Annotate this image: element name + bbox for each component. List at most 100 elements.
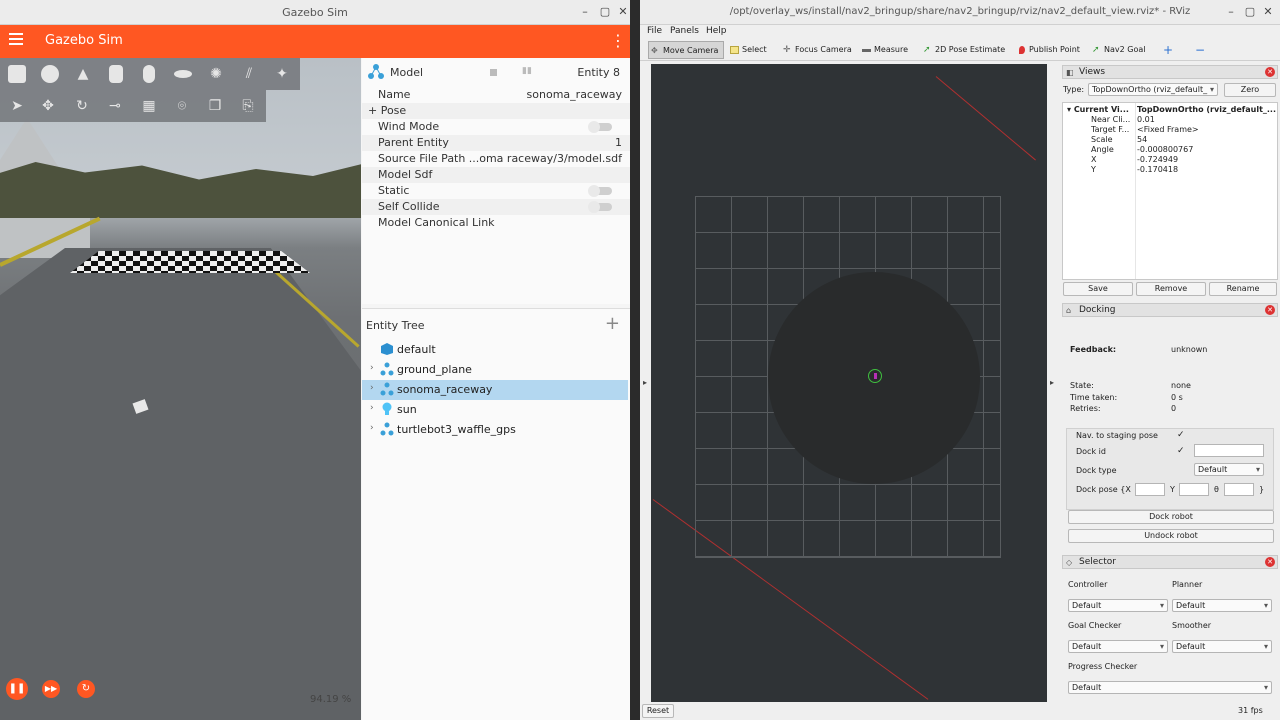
- collapse-right-icon[interactable]: ▸: [1050, 378, 1054, 387]
- controller-select[interactable]: Default: [1068, 599, 1168, 612]
- reset-button[interactable]: Reset: [642, 704, 674, 718]
- paste-icon[interactable]: ⎘: [239, 97, 257, 115]
- prop-model-canonical-link: Model Canonical Link: [378, 216, 495, 229]
- expand-arrow-icon[interactable]: ›: [370, 383, 374, 393]
- expand-arrow-icon[interactable]: ›: [370, 423, 374, 433]
- tree-item-turtlebot3-waffle-gps[interactable]: › turtlebot3_waffle_gps: [362, 420, 628, 440]
- view-type-select[interactable]: TopDownOrtho (rviz_default_: [1088, 83, 1218, 96]
- expand-arrow-icon[interactable]: ›: [370, 363, 374, 373]
- planner-select[interactable]: Default: [1172, 599, 1272, 612]
- maximize-icon[interactable]: ▢: [1243, 5, 1257, 18]
- hamburger-menu-icon[interactable]: [9, 33, 23, 45]
- 3d-viewport[interactable]: [651, 64, 1047, 702]
- step-icon[interactable]: ▶▶: [42, 680, 60, 698]
- 3d-scene-view[interactable]: [0, 58, 361, 720]
- transform-toolbar: ➤ ✥ ↻ ⊸ ▦ ⌾ ❐ ⎘: [0, 90, 266, 122]
- lock-icon[interactable]: ▮▮: [522, 66, 532, 76]
- stop-icon[interactable]: [490, 69, 497, 76]
- tool-publish-point[interactable]: Publish Point: [1015, 41, 1080, 59]
- dock-pose-y-input[interactable]: [1179, 483, 1209, 496]
- view-prop-value[interactable]: 0.01: [1137, 115, 1155, 124]
- save-view-button[interactable]: Save: [1063, 282, 1133, 296]
- tool-move-camera[interactable]: ✥ Move Camera: [648, 41, 724, 59]
- close-panel-icon[interactable]: ✕: [1265, 67, 1275, 77]
- prop-model-sdf[interactable]: Model Sdf: [362, 167, 630, 183]
- static-toggle[interactable]: [588, 185, 612, 197]
- close-icon[interactable]: ✕: [1261, 5, 1275, 18]
- minimize-icon[interactable]: –: [578, 5, 592, 18]
- tree-item-default[interactable]: default: [362, 340, 628, 360]
- directional-light-icon[interactable]: ⫽: [240, 65, 258, 83]
- close-panel-icon[interactable]: ✕: [1265, 305, 1275, 315]
- dock-robot-button[interactable]: Dock robot: [1068, 510, 1274, 524]
- close-panel-icon[interactable]: ✕: [1265, 557, 1275, 567]
- menu-help[interactable]: Help: [706, 26, 727, 36]
- view-prop-value[interactable]: -0.000800767: [1137, 145, 1193, 154]
- smoother-select[interactable]: Default: [1172, 640, 1272, 653]
- rotate-icon[interactable]: ↻: [73, 97, 91, 115]
- more-options-icon[interactable]: ⋮: [610, 31, 626, 50]
- retries-label: Retries:: [1070, 404, 1101, 413]
- tool-select[interactable]: Select: [728, 41, 767, 59]
- add-tool-icon[interactable]: +: [1157, 41, 1173, 59]
- undock-robot-button[interactable]: Undock robot: [1068, 529, 1274, 543]
- remove-tool-icon[interactable]: −: [1189, 41, 1205, 59]
- dock-id-checkbox[interactable]: ✓: [1177, 446, 1185, 456]
- goal-checker-select[interactable]: Default: [1068, 640, 1168, 653]
- expand-arrow-icon[interactable]: ›: [370, 403, 374, 413]
- translate-icon[interactable]: ✥: [39, 97, 57, 115]
- collapse-left-icon[interactable]: ▸: [643, 378, 647, 387]
- dock-type-select[interactable]: Default: [1194, 463, 1264, 476]
- add-entity-icon[interactable]: +: [605, 313, 620, 334]
- reset-world-icon[interactable]: ↻: [77, 680, 95, 698]
- tool-2d-pose-estimate[interactable]: ➚ 2D Pose Estimate: [921, 41, 1005, 59]
- state-label: State:: [1070, 381, 1094, 390]
- close-icon[interactable]: ✕: [616, 5, 630, 18]
- cylinder-shape-icon[interactable]: [109, 65, 123, 83]
- ellipsoid-shape-icon[interactable]: [174, 70, 192, 78]
- snap-icon[interactable]: ⊸: [106, 97, 124, 115]
- gazebo-window-title: Gazebo Sim: [282, 6, 348, 19]
- wind-mode-toggle[interactable]: [588, 121, 612, 133]
- cone-shape-icon[interactable]: ▲: [74, 65, 92, 83]
- tree-item-ground-plane[interactable]: › ground_plane: [362, 360, 628, 380]
- remove-view-button[interactable]: Remove: [1136, 282, 1206, 296]
- tree-item-sun[interactable]: › sun: [362, 400, 628, 420]
- map-pin-icon: [1019, 46, 1025, 54]
- dock-id-input[interactable]: [1194, 444, 1264, 457]
- grid-icon[interactable]: ▦: [140, 97, 158, 115]
- menu-panels[interactable]: Panels: [670, 26, 699, 36]
- prop-pose[interactable]: + Pose: [362, 103, 630, 119]
- minimize-icon[interactable]: –: [1224, 5, 1238, 18]
- nav-staging-checkbox[interactable]: ✓: [1177, 430, 1185, 440]
- scene-track: [0, 248, 361, 720]
- progress-checker-select[interactable]: Default: [1068, 681, 1272, 694]
- self-collide-toggle[interactable]: [588, 201, 612, 213]
- camera-screenshot-icon[interactable]: ⌾: [173, 97, 191, 115]
- copy-icon[interactable]: ❐: [206, 97, 224, 115]
- capsule-shape-icon[interactable]: [143, 65, 155, 83]
- box-shape-icon[interactable]: [8, 65, 26, 83]
- pause-icon[interactable]: ❚❚: [6, 678, 28, 700]
- dock-pose-theta-input[interactable]: [1224, 483, 1254, 496]
- tree-item-sonoma-raceway[interactable]: › sonoma_raceway: [362, 380, 628, 400]
- rename-view-button[interactable]: Rename: [1209, 282, 1277, 296]
- camera-icon: ◧: [1066, 68, 1074, 77]
- view-prop-value[interactable]: -0.170418: [1137, 165, 1178, 174]
- dock-pose-x-input[interactable]: [1135, 483, 1165, 496]
- measure-icon: [862, 49, 871, 52]
- menu-file[interactable]: File: [647, 26, 662, 36]
- view-prop-value[interactable]: <Fixed Frame>: [1137, 125, 1199, 134]
- fps-counter: 31 fps: [1238, 706, 1263, 715]
- tool-focus-camera[interactable]: ✛ Focus Camera: [781, 41, 852, 59]
- view-prop-value[interactable]: -0.724949: [1137, 155, 1178, 164]
- view-prop-value[interactable]: 54: [1137, 135, 1147, 144]
- sphere-shape-icon[interactable]: [41, 65, 59, 83]
- maximize-icon[interactable]: ▢: [598, 5, 612, 18]
- select-arrow-icon[interactable]: ➤: [8, 97, 26, 115]
- tool-nav2-goal[interactable]: ➚ Nav2 Goal: [1090, 41, 1145, 59]
- zero-button[interactable]: Zero: [1224, 83, 1276, 97]
- sun-light-icon[interactable]: ✺: [207, 65, 225, 83]
- tool-measure[interactable]: Measure: [860, 41, 908, 59]
- spot-light-icon[interactable]: ✦: [273, 65, 291, 83]
